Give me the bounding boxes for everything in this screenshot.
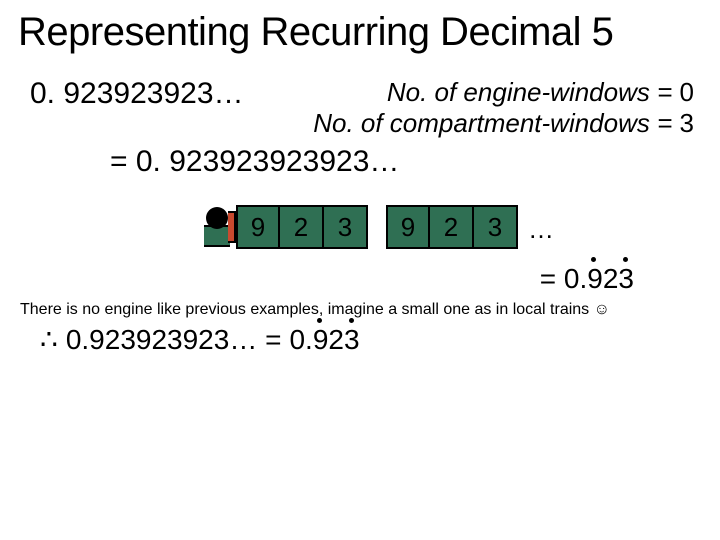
engine-windows-value: 0 — [680, 77, 694, 107]
slide: Representing Recurring Decimal 5 0. 9239… — [0, 0, 720, 540]
car1-window-2: 2 — [280, 205, 324, 249]
result-equation: = 0.923 — [18, 263, 702, 295]
dot-over-last-icon — [349, 318, 354, 323]
car1-window-1: 9 — [236, 205, 280, 249]
conclusion-lhs: 0.923923923… = — [66, 324, 282, 356]
train-car-2: 9 2 3 — [386, 205, 518, 249]
car2-window-2: 2 — [430, 205, 474, 249]
car1-window-3: 3 — [324, 205, 368, 249]
result-digits: 923 — [587, 263, 634, 294]
engine-windows-line: No. of engine-windows = 0 — [262, 77, 694, 108]
therefore-symbol: ∴ — [40, 323, 58, 356]
conclusion-rhs: 0.923 — [289, 324, 359, 356]
train-car-1: 9 2 3 — [236, 205, 368, 249]
footnote: There is no engine like previous example… — [20, 301, 702, 319]
conclusion-prefix: 0. — [289, 324, 312, 355]
decimal-extended: = 0. 923923923923… — [110, 145, 702, 179]
result-recurring: 923 — [587, 263, 634, 295]
conclusion-line: ∴ 0.923923923… = 0.923 — [40, 323, 702, 356]
train-engine — [204, 207, 230, 247]
slide-title: Representing Recurring Decimal 5 — [18, 10, 702, 55]
conclusion-recurring: 923 — [313, 324, 360, 356]
dot-over-first-icon — [317, 318, 322, 323]
dot-over-last-icon — [623, 257, 628, 262]
car2-window-3: 3 — [474, 205, 518, 249]
row-decimal-info: 0. 923923923… No. of engine-windows = 0 … — [30, 77, 702, 139]
compartment-windows-line: No. of compartment-windows = 3 — [262, 108, 694, 139]
engine-coupler — [228, 211, 236, 243]
engine-cab — [206, 207, 228, 229]
result-prefix: = 0. — [540, 263, 587, 294]
compartment-windows-value: 3 — [680, 108, 694, 138]
train-diagram: 9 2 3 9 2 3 … — [204, 205, 702, 249]
conclusion-digits: 923 — [313, 324, 360, 355]
compartment-windows-label: No. of compartment-windows = — [313, 108, 672, 138]
train-trailing-dots: … — [528, 214, 554, 249]
decimal-short: 0. 923923923… — [30, 77, 244, 110]
engine-windows-label: No. of engine-windows = — [387, 77, 672, 107]
window-counts: No. of engine-windows = 0 No. of compart… — [262, 77, 702, 139]
dot-over-first-icon — [591, 257, 596, 262]
car2-window-1: 9 — [386, 205, 430, 249]
